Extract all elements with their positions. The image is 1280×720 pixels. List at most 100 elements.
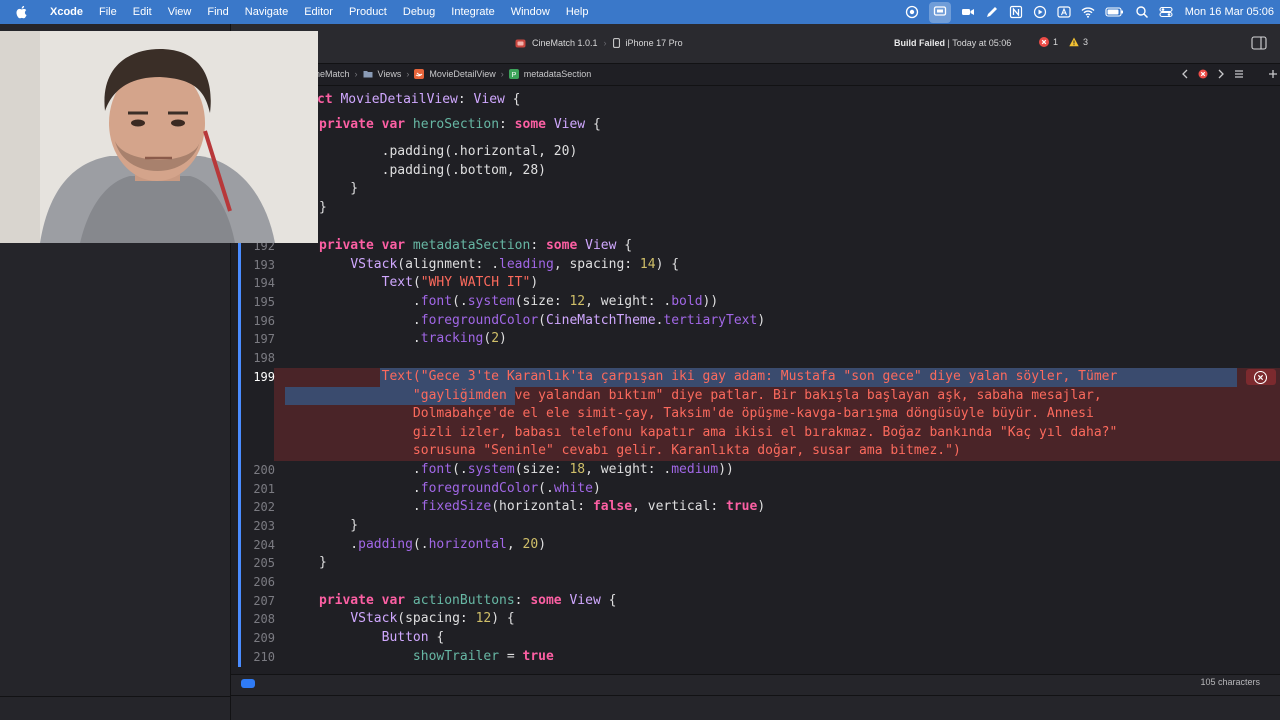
menu-help[interactable]: Help xyxy=(558,0,597,24)
menu-product[interactable]: Product xyxy=(341,0,395,24)
breadcrumb-separator: › xyxy=(354,69,358,79)
inspector-toggle-icon[interactable] xyxy=(1251,36,1267,50)
menu-find[interactable]: Find xyxy=(199,0,236,24)
source-editor[interactable]: ct MovieDetailView: View { private var h… xyxy=(231,86,1280,674)
code-text: .padding(.horizontal, 20) xyxy=(319,144,578,159)
navigator-divider xyxy=(0,696,231,697)
code-line: 203 } xyxy=(231,517,1280,536)
error-icon xyxy=(1039,37,1049,47)
menu-window[interactable]: Window xyxy=(503,0,558,24)
code-line: 195 .font(.system(size: 12, weight: .bol… xyxy=(231,293,1280,312)
breadcrumb-separator: › xyxy=(500,69,504,79)
code-line: .padding(.bottom, 28) xyxy=(231,162,1280,181)
code-text: private var metadataSection: some View { xyxy=(319,238,633,253)
property-icon: P xyxy=(508,69,519,79)
control-center-icon[interactable] xyxy=(1159,5,1173,19)
webcam-overlay xyxy=(0,31,318,243)
menu-edit[interactable]: Edit xyxy=(125,0,160,24)
code-text: } xyxy=(319,200,327,215)
code-text: .foregroundColor(CineMatchTheme.tertiary… xyxy=(319,313,766,328)
add-editor-icon[interactable] xyxy=(1267,68,1279,80)
build-status[interactable]: Build Failed | Today at 05:06 xyxy=(894,38,1011,48)
iphone-icon xyxy=(612,38,620,48)
chevron-right-icon[interactable] xyxy=(1215,68,1227,80)
code-text: private var actionButtons: some View { xyxy=(319,593,617,608)
code-text: VStack(alignment: .leading, spacing: 14)… xyxy=(350,257,680,272)
pen-icon[interactable] xyxy=(985,5,999,19)
code-line: } xyxy=(231,199,1280,218)
code-line: 201 .foregroundColor(.white) xyxy=(231,480,1280,499)
text-input-icon[interactable] xyxy=(1057,5,1071,19)
selection-character-count: 105 characters xyxy=(1200,677,1260,687)
error-count-button[interactable]: 1 xyxy=(1039,37,1058,47)
battery-icon[interactable] xyxy=(1105,5,1125,19)
stage-manager-icon-wrap[interactable] xyxy=(928,1,951,23)
code-line: 196 .foregroundColor(CineMatchTheme.tert… xyxy=(231,312,1280,331)
play-icon[interactable] xyxy=(1033,5,1047,19)
apple-menu-icon[interactable] xyxy=(14,5,30,19)
stage-manager-icon[interactable] xyxy=(933,4,947,18)
code-text: .padding(.horizontal, 20) xyxy=(319,537,547,552)
search-icon[interactable] xyxy=(1135,5,1149,19)
menu-bar: Xcode File Edit View Find Navigate Edito… xyxy=(0,0,1280,24)
breadcrumb-folder[interactable]: Views xyxy=(378,69,402,79)
menu-app-name[interactable]: Xcode xyxy=(42,0,91,24)
code-text: sorusuna "Seninle" cevabı gelir. Karanlı… xyxy=(319,443,961,458)
swift-file-icon xyxy=(414,69,425,79)
menu-debug[interactable]: Debug xyxy=(395,0,443,24)
code-line: 204 .padding(.horizontal, 20) xyxy=(231,536,1280,555)
wifi-icon[interactable] xyxy=(1081,5,1095,19)
code-line-wrapped: Dolmabahçe'de el ele simit-çay, Taksim'd… xyxy=(231,405,1280,424)
code-line: 194 Text("WHY WATCH IT") xyxy=(231,274,1280,293)
menu-view[interactable]: View xyxy=(160,0,200,24)
warning-icon xyxy=(1069,37,1079,47)
code-text: showTrailer = true xyxy=(412,649,554,664)
build-status-title: Build Failed xyxy=(894,38,946,48)
code-line: 209 Button { xyxy=(231,629,1280,648)
debug-area-toggle[interactable] xyxy=(241,679,255,688)
code-line: 192 private var metadataSection: some Vie… xyxy=(231,237,1280,256)
notion-icon[interactable] xyxy=(1009,5,1023,19)
menu-navigate[interactable]: Navigate xyxy=(237,0,296,24)
code-text: .font(.system(size: 12, weight: .bold)) xyxy=(319,294,719,309)
code-text: } xyxy=(319,555,327,570)
build-status-time: | Today at 05:06 xyxy=(945,38,1012,48)
breadcrumb: neMatch › Views › MovieDetailView › P me… xyxy=(315,69,591,79)
code-line: 207 private var actionButtons: some View … xyxy=(231,592,1280,611)
scheme-name: CineMatch 1.0.1 xyxy=(532,38,598,48)
menu-integrate[interactable]: Integrate xyxy=(443,0,502,24)
code-line: 206 xyxy=(231,573,1280,592)
scheme-selector[interactable]: CineMatch 1.0.1 › iPhone 17 Pro xyxy=(515,38,683,48)
error-nav-icon[interactable] xyxy=(1197,68,1209,80)
menu-editor[interactable]: Editor xyxy=(296,0,341,24)
code-text: Button { xyxy=(381,630,445,645)
run-destination[interactable]: iPhone 17 Pro xyxy=(626,38,683,48)
code-line: 205} xyxy=(231,554,1280,573)
breadcrumb-project[interactable]: neMatch xyxy=(315,69,350,79)
code-line: } xyxy=(231,180,1280,199)
app-target-icon xyxy=(515,39,526,47)
code-line-wrapped: "gayliğimden ve yalandan bıktım" diye pa… xyxy=(231,387,1280,406)
breadcrumb-separator: › xyxy=(406,69,410,79)
source-control-change-bar[interactable] xyxy=(238,237,241,667)
code-text: VStack(spacing: 12) { xyxy=(350,611,515,626)
screen-record-icon[interactable] xyxy=(905,5,919,19)
code-line: 202 .fixedSize(horizontal: false, vertic… xyxy=(231,498,1280,517)
facetime-icon[interactable] xyxy=(961,5,975,19)
editor-status-bar: 105 characters xyxy=(231,674,1280,720)
menu-clock[interactable]: Mon 16 Mar 05:06 xyxy=(1185,6,1274,18)
menu-file[interactable]: File xyxy=(91,0,125,24)
breadcrumb-symbol[interactable]: metadataSection xyxy=(524,69,592,79)
code-text: private var heroSection: some View { xyxy=(319,117,601,132)
warning-count-button[interactable]: 3 xyxy=(1069,37,1088,47)
code-text: .font(.system(size: 18, weight: .medium)… xyxy=(319,462,734,477)
editor-options-icon[interactable] xyxy=(1233,68,1245,80)
code-line: ct MovieDetailView: View { xyxy=(231,91,1280,110)
code-line: 199 Text("Gece 3'te Karanlık'ta çarpışan… xyxy=(231,368,1280,387)
code-text: Text("WHY WATCH IT") xyxy=(381,275,539,290)
code-text: gizli izler, babası telefonu kapatır ama… xyxy=(319,425,1118,440)
chevron-left-icon[interactable] xyxy=(1179,68,1191,80)
code-text: } xyxy=(319,181,359,196)
breadcrumb-file[interactable]: MovieDetailView xyxy=(429,69,495,79)
warning-count: 3 xyxy=(1083,37,1089,47)
